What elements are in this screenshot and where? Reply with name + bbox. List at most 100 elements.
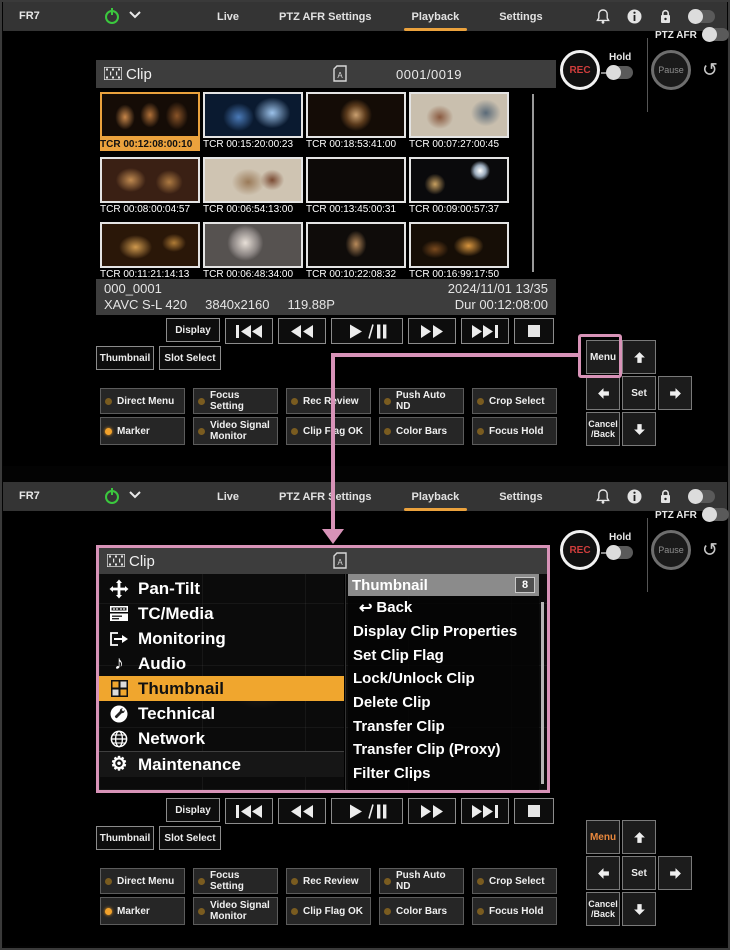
clip-thumbnail[interactable]: TCR 00:13:45:00:31 bbox=[306, 157, 406, 216]
menu-item-pan-tilt[interactable]: Pan-Tilt bbox=[99, 576, 344, 601]
previous-clip-button[interactable] bbox=[225, 318, 273, 344]
clip-thumbnail[interactable]: TCR 00:09:00:57:37 bbox=[409, 157, 509, 216]
keypad-down-button[interactable] bbox=[622, 412, 656, 446]
clip-thumbnail[interactable]: TCR 00:06:48:34:00 bbox=[203, 222, 303, 281]
keypad-set-button[interactable]: Set bbox=[622, 376, 656, 410]
submenu-item-delete-clip[interactable]: Delete Clip bbox=[348, 691, 539, 715]
display-button[interactable]: Display bbox=[166, 318, 220, 342]
assign-button-color-bars[interactable]: Color Bars bbox=[379, 897, 464, 925]
ptz-afr-toggle[interactable] bbox=[703, 508, 729, 521]
clip-thumbnail[interactable]: TCR 00:11:21:14:13 bbox=[100, 222, 200, 281]
keypad-right-button[interactable] bbox=[658, 856, 692, 890]
pause-button[interactable]: Pause bbox=[651, 50, 691, 90]
thumbnail-button[interactable]: Thumbnail bbox=[96, 826, 154, 850]
clip-thumbnail[interactable]: TCR 00:15:20:00:23 bbox=[203, 92, 303, 151]
tab-ptz-afr-settings[interactable]: PTZ AFR Settings bbox=[277, 483, 373, 511]
hold-toggle[interactable] bbox=[607, 66, 633, 79]
submenu-item-set-clip-flag[interactable]: Set Clip Flag bbox=[348, 643, 539, 667]
menu-item-tc-media[interactable]: TC/Media bbox=[99, 601, 344, 626]
assign-button-marker[interactable]: Marker bbox=[100, 897, 185, 925]
assign-button-rec-review[interactable]: Rec Review bbox=[286, 868, 371, 894]
menu-item-maintenance[interactable]: ⚙Maintenance bbox=[99, 751, 344, 777]
slot-select-button[interactable]: Slot Select bbox=[159, 826, 221, 850]
display-button[interactable]: Display bbox=[166, 798, 220, 822]
submenu-item-filter-clips[interactable]: Filter Clips bbox=[348, 762, 539, 786]
rewind-button[interactable] bbox=[278, 798, 326, 824]
submenu-item-transfer-clip[interactable]: Transfer Clip bbox=[348, 714, 539, 738]
assign-button-clip-flag-ok[interactable]: Clip Flag OK bbox=[286, 897, 371, 925]
ptz-afr-toggle[interactable] bbox=[703, 28, 729, 41]
fast-forward-button[interactable] bbox=[408, 798, 456, 824]
clip-thumbnail[interactable]: TCR 00:10:22:08:32 bbox=[306, 222, 406, 281]
keypad-down-button[interactable] bbox=[622, 892, 656, 926]
bell-icon[interactable] bbox=[596, 9, 610, 24]
tab-playback[interactable]: Playback bbox=[410, 3, 462, 31]
thumbnail-button[interactable]: Thumbnail bbox=[96, 346, 154, 370]
assign-button-rec-review[interactable]: Rec Review bbox=[286, 388, 371, 414]
submenu-item-back[interactable]: ↩Back bbox=[348, 596, 539, 620]
assign-button-clip-flag-ok[interactable]: Clip Flag OK bbox=[286, 417, 371, 445]
power-icon[interactable] bbox=[103, 487, 121, 505]
info-icon[interactable] bbox=[627, 9, 642, 24]
assign-button-crop-select[interactable]: Crop Select bbox=[472, 868, 557, 894]
fast-forward-button[interactable] bbox=[408, 318, 456, 344]
play-pause-button[interactable] bbox=[331, 318, 403, 344]
assign-button-focus-hold[interactable]: Focus Hold bbox=[472, 897, 557, 925]
tab-playback[interactable]: Playback bbox=[410, 483, 462, 511]
assign-button-color-bars[interactable]: Color Bars bbox=[379, 417, 464, 445]
keypad-up-button[interactable] bbox=[622, 340, 656, 374]
assign-button-video-signal-monitor[interactable]: Video Signal Monitor bbox=[193, 417, 278, 445]
clip-thumbnail[interactable]: TCR 00:12:08:00:10 bbox=[100, 92, 200, 151]
assign-button-direct-menu[interactable]: Direct Menu bbox=[100, 868, 185, 894]
info-icon[interactable] bbox=[627, 489, 642, 504]
assign-button-crop-select[interactable]: Crop Select bbox=[472, 388, 557, 414]
clip-thumbnail[interactable]: TCR 00:07:27:00:45 bbox=[409, 92, 509, 151]
stop-button[interactable] bbox=[514, 798, 554, 824]
assign-button-focus-hold[interactable]: Focus Hold bbox=[472, 417, 557, 445]
assign-button-push-auto-nd[interactable]: Push Auto ND bbox=[379, 868, 464, 894]
stop-button[interactable] bbox=[514, 318, 554, 344]
previous-clip-button[interactable] bbox=[225, 798, 273, 824]
next-clip-button[interactable] bbox=[461, 798, 509, 824]
clip-thumbnail[interactable]: TCR 00:16:99:17:50 bbox=[409, 222, 509, 281]
keypad-up-button[interactable] bbox=[622, 820, 656, 854]
clip-thumbnail[interactable]: TCR 00:18:53:41:00 bbox=[306, 92, 406, 151]
clip-thumbnail[interactable]: TCR 00:06:54:13:00 bbox=[203, 157, 303, 216]
pause-button[interactable]: Pause bbox=[651, 530, 691, 570]
tab-ptz-afr-settings[interactable]: PTZ AFR Settings bbox=[277, 3, 373, 31]
grid-scrollbar[interactable] bbox=[532, 94, 534, 272]
chevron-down-icon[interactable] bbox=[129, 491, 141, 499]
reset-position-icon[interactable]: ↺ bbox=[702, 539, 718, 562]
clip-thumbnail[interactable]: TCR 00:08:00:04:57 bbox=[100, 157, 200, 216]
lock-toggle[interactable] bbox=[689, 490, 715, 503]
submenu-item-lock-unlock-clip[interactable]: Lock/Unlock Clip bbox=[348, 667, 539, 691]
assign-button-push-auto-nd[interactable]: Push Auto ND bbox=[379, 388, 464, 414]
menu-item-technical[interactable]: Technical bbox=[99, 701, 344, 726]
submenu-item-display-clip-properties[interactable]: Display Clip Properties bbox=[348, 620, 539, 644]
tab-settings[interactable]: Settings bbox=[497, 3, 544, 31]
keypad-set-button[interactable]: Set bbox=[622, 856, 656, 890]
keypad-right-button[interactable] bbox=[658, 376, 692, 410]
bell-icon[interactable] bbox=[596, 489, 610, 504]
assign-button-focus-setting[interactable]: Focus Setting bbox=[193, 868, 278, 894]
tab-live[interactable]: Live bbox=[215, 483, 241, 511]
keypad-left-button[interactable] bbox=[586, 376, 620, 410]
next-clip-button[interactable] bbox=[461, 318, 509, 344]
rewind-button[interactable] bbox=[278, 318, 326, 344]
lock-toggle[interactable] bbox=[689, 10, 715, 23]
chevron-down-icon[interactable] bbox=[129, 11, 141, 19]
rec-button[interactable]: REC bbox=[560, 530, 600, 570]
keypad-cancel-back-button[interactable]: Cancel/Back bbox=[586, 892, 620, 926]
assign-button-marker[interactable]: Marker bbox=[100, 417, 185, 445]
play-pause-button[interactable] bbox=[331, 798, 403, 824]
slot-select-button[interactable]: Slot Select bbox=[159, 346, 221, 370]
assign-button-video-signal-monitor[interactable]: Video Signal Monitor bbox=[193, 897, 278, 925]
submenu-item-transfer-clip-proxy[interactable]: Transfer Clip (Proxy) bbox=[348, 738, 539, 762]
keypad-cancel-back-button[interactable]: Cancel/Back bbox=[586, 412, 620, 446]
menu-item-network[interactable]: Network bbox=[99, 726, 344, 751]
submenu-scrollbar[interactable] bbox=[541, 602, 544, 784]
keypad-menu-button-active[interactable]: Menu bbox=[586, 820, 620, 854]
tab-settings[interactable]: Settings bbox=[497, 483, 544, 511]
tab-live[interactable]: Live bbox=[215, 3, 241, 31]
keypad-left-button[interactable] bbox=[586, 856, 620, 890]
